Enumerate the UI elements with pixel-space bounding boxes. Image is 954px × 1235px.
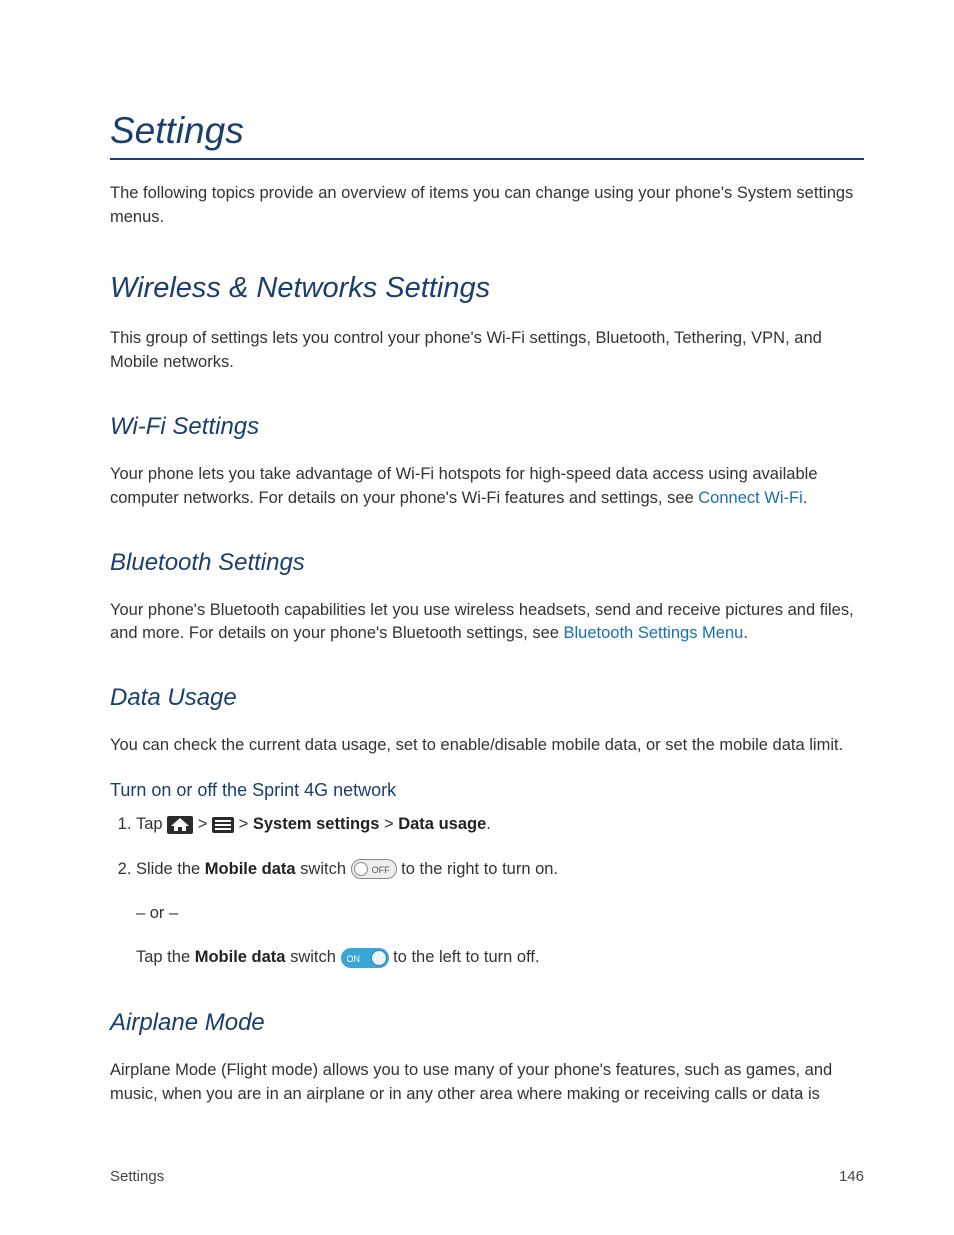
step2-right: to the right to turn on.: [401, 860, 558, 878]
datausage-heading: Data Usage: [110, 684, 864, 712]
wifi-heading: Wi-Fi Settings: [110, 413, 864, 441]
toggle-on-icon: ON: [341, 948, 389, 968]
step1-period: .: [486, 815, 491, 833]
menu-icon: [212, 817, 234, 833]
bluetooth-heading: Bluetooth Settings: [110, 549, 864, 577]
connect-wifi-link[interactable]: Connect Wi-Fi: [698, 489, 803, 507]
page-footer: Settings 146: [110, 1168, 864, 1185]
step-2: Slide the Mobile data switch OFF to the …: [136, 856, 864, 971]
step2-switch-1: switch: [296, 860, 351, 878]
toggle-on-label: ON: [347, 952, 361, 966]
airplane-heading: Airplane Mode: [110, 1009, 864, 1037]
bluetooth-body-after: .: [743, 624, 748, 642]
bluetooth-body: Your phone's Bluetooth capabilities let …: [110, 599, 864, 647]
step1-system-settings: System settings: [253, 815, 380, 833]
toggle-off-icon: OFF: [351, 859, 397, 879]
wireless-body: This group of settings lets you control …: [110, 327, 864, 375]
wifi-body-after: .: [803, 489, 808, 507]
step1-gt2: >: [239, 815, 253, 833]
footer-left: Settings: [110, 1168, 164, 1185]
intro-paragraph: The following topics provide an overview…: [110, 182, 864, 230]
datausage-body: You can check the current data usage, se…: [110, 734, 864, 758]
airplane-body: Airplane Mode (Flight mode) allows you t…: [110, 1059, 864, 1107]
step2-left: to the left to turn off.: [393, 948, 539, 966]
step1-tap: Tap: [136, 815, 167, 833]
home-icon: [167, 816, 193, 834]
step2-mobile-data-1: Mobile data: [205, 860, 296, 878]
bluetooth-menu-link[interactable]: Bluetooth Settings Menu: [564, 624, 744, 642]
footer-right: 146: [839, 1168, 864, 1185]
wireless-heading: Wireless & Networks Settings: [110, 272, 864, 305]
step1-gt1: >: [198, 815, 212, 833]
step-1: Tap > > System settings > Data usage.: [136, 811, 864, 837]
step1-gt3: >: [384, 815, 398, 833]
step2-mobile-data-2: Mobile data: [195, 948, 286, 966]
page-title: Settings: [110, 110, 864, 160]
step1-data-usage: Data usage: [398, 815, 486, 833]
wifi-body: Your phone lets you take advantage of Wi…: [110, 463, 864, 511]
step2-tap: Tap the: [136, 948, 195, 966]
step2-line2: Tap the Mobile data switch ON to the lef…: [136, 944, 864, 970]
step2-or: – or –: [136, 900, 864, 926]
steps-list: Tap > > System settings > Data usage. Sl…: [110, 811, 864, 971]
sprint4g-heading: Turn on or off the Sprint 4G network: [110, 780, 864, 801]
step2-switch-2: switch: [285, 948, 340, 966]
step2-slide: Slide the: [136, 860, 205, 878]
toggle-off-label: OFF: [372, 863, 390, 877]
